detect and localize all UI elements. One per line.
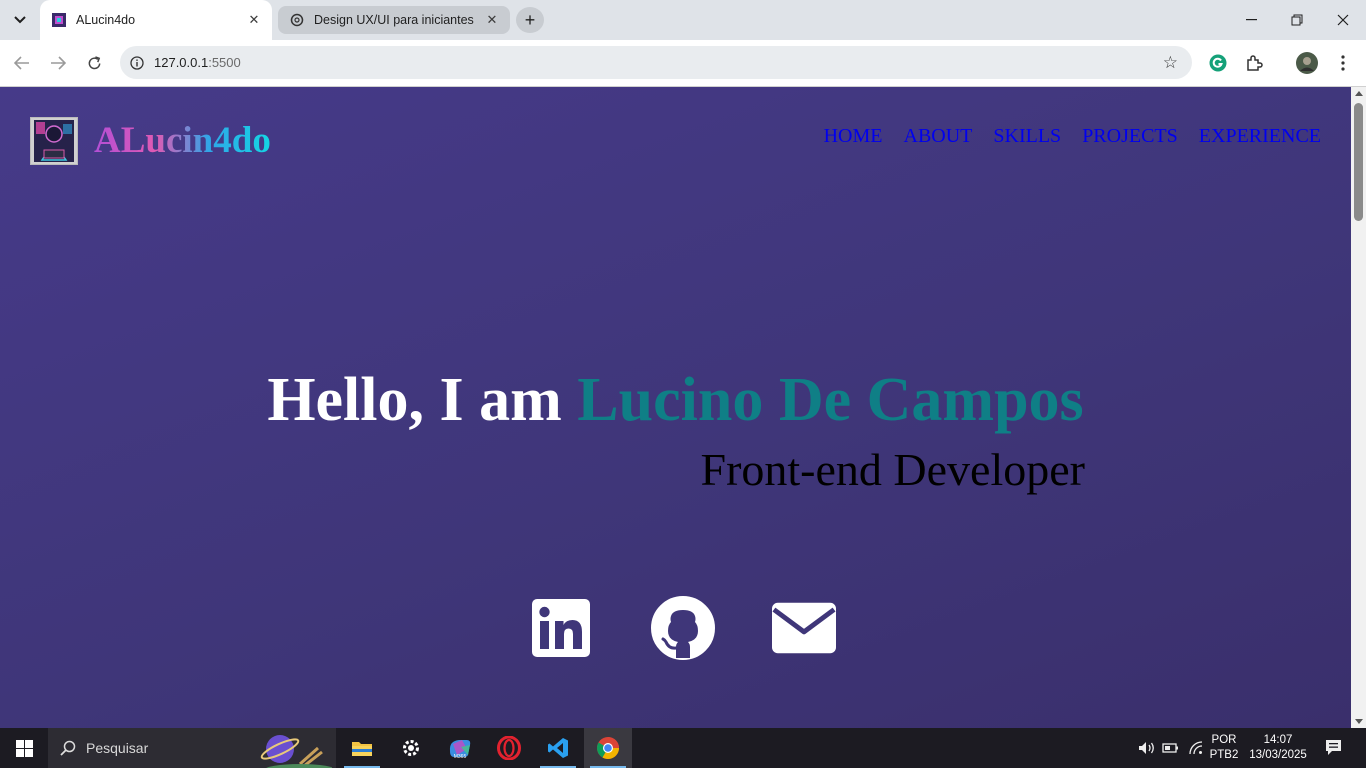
minimize-button[interactable] (1228, 0, 1274, 40)
start-button[interactable] (0, 728, 48, 768)
reload-button[interactable] (81, 50, 107, 76)
openai-icon (290, 13, 304, 27)
taskbar: Pesquisar M365 POR PTB2 14:07 13/03/2025 (0, 728, 1366, 768)
taskbar-settings[interactable] (387, 728, 435, 768)
arrow-left-icon (14, 56, 29, 70)
taskbar-opera[interactable] (485, 728, 533, 768)
tab-design-ux-ui[interactable]: Design UX/UI para iniciantes ✕ (278, 6, 510, 34)
hero-name: Lucino De Campos (577, 366, 1084, 434)
clock-time: 14:07 (1263, 734, 1293, 746)
taskbar-m365[interactable]: M365 (436, 728, 484, 768)
logo-image[interactable] (30, 117, 78, 165)
github-icon (651, 596, 715, 660)
taskbar-vscode[interactable] (534, 728, 582, 768)
chrome-icon (597, 737, 619, 759)
battery-icon[interactable] (1162, 740, 1180, 756)
taskbar-chrome[interactable] (584, 728, 632, 768)
nav-link-projects[interactable]: PROJECTS (1082, 125, 1178, 148)
tab-title: ALucin4do (76, 13, 136, 27)
close-tab-icon[interactable]: ✕ (484, 12, 500, 28)
minimize-icon (1245, 19, 1257, 21)
back-button[interactable] (9, 50, 35, 76)
restore-button[interactable] (1274, 0, 1320, 40)
grammarly-icon[interactable] (1207, 52, 1229, 74)
tab-title: Design UX/UI para iniciantes (314, 13, 474, 27)
avatar-logo-icon (34, 120, 74, 162)
linkedin-link[interactable] (529, 596, 593, 660)
linkedin-icon (532, 599, 590, 657)
restore-icon (1291, 14, 1303, 26)
m365-icon: M365 (449, 740, 471, 759)
site-logo-text[interactable]: ALucin4do (94, 119, 271, 162)
keyboard-layout-indicator[interactable]: POR PTB2 (1206, 733, 1242, 763)
tab-strip: ALucin4do ✕ Design UX/UI para iniciantes… (0, 0, 1366, 40)
close-icon (1337, 14, 1349, 26)
close-window-button[interactable] (1320, 0, 1366, 40)
notifications-icon[interactable] (1324, 739, 1342, 755)
search-highlight-image (260, 735, 332, 768)
bookmark-star-icon[interactable]: ☆ (1163, 53, 1178, 73)
hero-subtitle: Front-end Developer (700, 444, 1086, 495)
reload-icon (88, 55, 100, 69)
main-nav: HOME ABOUT SKILLS PROJECTS EXPERIENCE (824, 125, 1321, 148)
email-icon (772, 602, 836, 654)
scroll-down-icon[interactable] (1355, 719, 1363, 724)
taskbar-search[interactable]: Pesquisar (48, 728, 336, 768)
nav-link-home[interactable]: HOME (824, 125, 883, 148)
keyboard-label: PTB2 (1209, 749, 1239, 761)
windows-logo-icon (15, 739, 33, 757)
scroll-up-icon[interactable] (1355, 91, 1363, 96)
github-link[interactable] (651, 596, 715, 660)
language-label: POR (1211, 734, 1237, 746)
gear-icon (403, 740, 419, 756)
new-tab-button[interactable]: + (516, 7, 544, 33)
menu-dots-icon[interactable] (1332, 52, 1354, 74)
search-placeholder: Pesquisar (86, 740, 149, 756)
search-icon (60, 740, 76, 756)
profile-avatar[interactable] (1296, 52, 1318, 74)
nav-link-experience[interactable]: EXPERIENCE (1199, 125, 1321, 148)
folder-icon (352, 742, 372, 756)
page-viewport: ALucin4do HOME ABOUT SKILLS PROJECTS EXP… (0, 87, 1351, 728)
clock-date: 13/03/2025 (1249, 749, 1307, 761)
scrollbar-thumb[interactable] (1354, 103, 1363, 221)
address-bar[interactable]: 127.0.0.1:5500 ☆ (120, 46, 1192, 79)
browser-toolbar: 127.0.0.1:5500 ☆ (0, 40, 1366, 87)
email-link[interactable] (772, 596, 836, 660)
url-text[interactable]: 127.0.0.1:5500 (154, 55, 241, 70)
nav-link-skills[interactable]: SKILLS (993, 125, 1061, 148)
extensions-icon[interactable] (1243, 52, 1265, 74)
opera-icon (497, 736, 521, 760)
arrow-right-icon (51, 56, 66, 70)
clock[interactable]: 14:07 13/03/2025 (1244, 733, 1312, 763)
taskbar-file-explorer[interactable] (338, 728, 386, 768)
tab-alucin4do[interactable]: ALucin4do ✕ (40, 0, 272, 40)
network-icon[interactable] (1188, 740, 1206, 756)
site-info-icon[interactable] (120, 55, 154, 70)
site-favicon-icon (52, 13, 66, 27)
forward-button[interactable] (45, 50, 71, 76)
page-scrollbar[interactable] (1351, 87, 1366, 728)
volume-icon[interactable] (1138, 740, 1156, 756)
hero-title: Hello, I am Lucino De Campos (0, 365, 1351, 436)
hero-greeting: Hello, I am (267, 366, 578, 434)
svg-text:M365: M365 (454, 754, 467, 759)
chevron-down-icon (14, 16, 26, 24)
close-tab-icon[interactable]: ✕ (246, 12, 262, 28)
nav-link-about[interactable]: ABOUT (904, 125, 973, 148)
tab-search-button[interactable] (6, 7, 34, 33)
vscode-icon (548, 738, 568, 758)
